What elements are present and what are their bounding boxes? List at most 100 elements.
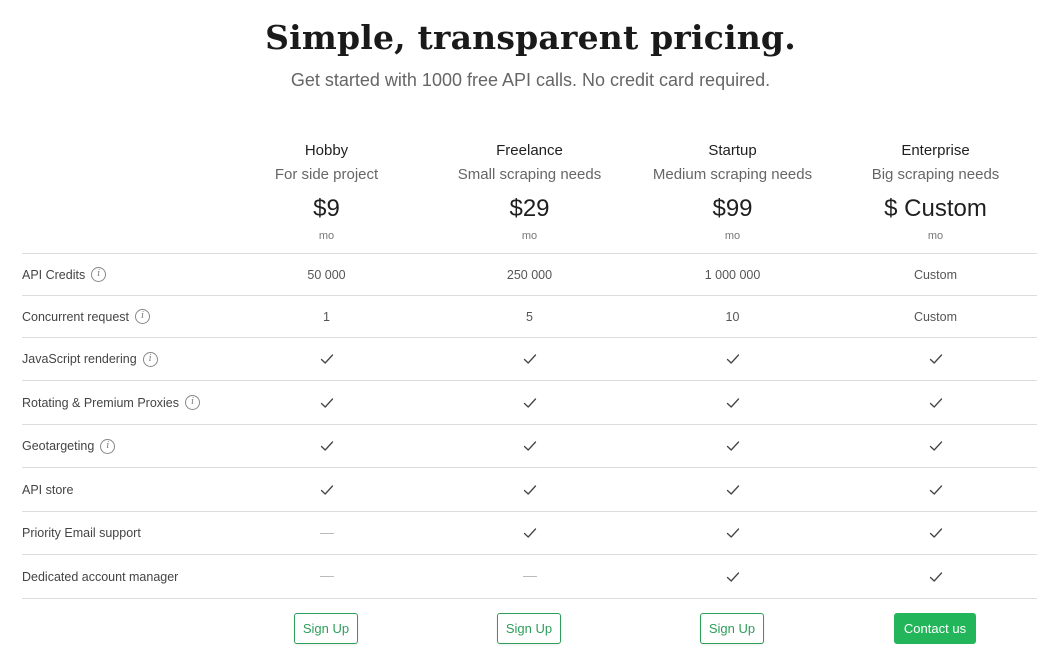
feature-cell-startup [631,555,834,598]
feature-cell-freelance [428,555,631,598]
feature-cell-enterprise [834,468,1037,511]
plan-headers: Hobby For side project $9 mo Freelance S… [0,140,1061,250]
feature-label-text: API Credits [22,267,86,282]
dash-icon [319,532,334,534]
check-icon [320,484,333,495]
plan-price: $9 [313,195,340,222]
check-icon [523,354,536,364]
feature-cell-hobby [225,555,428,598]
feature-cell-enterprise [834,555,1037,598]
check-icon [726,571,739,582]
feature-value: 1 [323,309,330,324]
check-icon [929,528,942,538]
feature-cell-startup: 1 000 000 [631,254,834,295]
info-icon[interactable]: i [142,351,158,367]
check-icon [523,484,536,495]
plan-description: Medium scraping needs [652,166,813,183]
check-icon [726,397,739,408]
feature-cell-hobby [225,425,428,467]
check-icon [929,484,942,495]
feature-label: JavaScript rendering i [22,338,158,380]
feature-label-text: API store [22,482,74,497]
check-icon [929,571,942,582]
plan-freelance: Freelance Small scraping needs $29 mo [428,140,631,246]
feature-cell-startup [631,425,834,467]
feature-cell-freelance [428,468,631,511]
plan-description: For side project [274,166,379,183]
feature-label: Dedicated account manager [22,555,178,598]
dash-icon [319,576,334,577]
feature-label-text: Priority Email support [22,526,141,540]
feature-row: Priority Email support [22,512,1037,555]
plan-period: mo [927,230,944,242]
feature-label: API Credits i [22,254,107,295]
feature-cell-enterprise: Custom [834,254,1037,295]
feature-label-text: Concurrent request [22,309,130,324]
plan-period: mo [318,230,335,242]
feature-cell-enterprise [834,381,1037,424]
feature-cell-startup [631,338,834,380]
feature-row: JavaScript rendering i [22,338,1037,381]
feature-label-text: Rotating & Premium Proxies [22,395,180,410]
feature-value: Custom [913,267,958,282]
feature-value: 10 [725,309,740,324]
check-icon [320,354,333,364]
plan-description: Big scraping needs [871,166,1000,183]
feature-cell-enterprise [834,425,1037,467]
plan-enterprise: Enterprise Big scraping needs $ Custom m… [834,140,1037,246]
feature-label: Rotating & Premium Proxies i [22,381,201,424]
sign-up-button-startup[interactable]: Sign Up [700,613,764,644]
check-icon [726,528,739,538]
feature-label: Priority Email support [22,512,141,554]
feature-cell-startup: 10 [631,296,834,337]
feature-value: Custom [913,309,958,324]
plan-hobby: Hobby For side project $9 mo [225,140,428,246]
feature-cell-enterprise [834,512,1037,554]
info-icon[interactable]: i [185,395,201,410]
info-icon[interactable]: i [135,309,151,324]
feature-label-text: Dedicated account manager [22,569,179,584]
feature-value: 50 000 [307,267,346,282]
feature-row: Dedicated account manager [22,555,1037,599]
feature-cell-freelance: 5 [428,296,631,337]
feature-cell-enterprise: Custom [834,296,1037,337]
check-icon [523,397,536,408]
plan-description: Small scraping needs [457,166,602,183]
feature-row: Concurrent request i 1 5 10 Custom [22,296,1037,338]
check-icon [929,441,942,451]
feature-cell-freelance [428,338,631,380]
feature-cell-startup [631,512,834,554]
feature-cell-enterprise [834,338,1037,380]
plan-startup: Startup Medium scraping needs $99 mo [631,140,834,246]
feature-row: API store [22,468,1037,512]
page-title: Simple, transparent pricing. [265,18,796,57]
sign-up-button-freelance[interactable]: Sign Up [497,613,561,644]
plan-price: $99 [712,195,753,222]
feature-label-text: Geotargeting [22,439,95,453]
page-subtitle: Get started with 1000 free API calls. No… [290,70,771,90]
check-icon [929,354,942,364]
feature-value: 250 000 [506,267,553,282]
feature-cell-hobby [225,512,428,554]
check-icon [320,441,333,451]
contact-us-button[interactable]: Contact us [894,613,976,644]
plan-period: mo [521,230,538,242]
sign-up-button-hobby[interactable]: Sign Up [294,613,358,644]
check-icon [726,441,739,451]
feature-cell-freelance: 250 000 [428,254,631,295]
check-icon [726,484,739,495]
plan-name: Startup [708,142,757,159]
feature-row: Geotargeting i [22,425,1037,468]
feature-cell-hobby: 1 [225,296,428,337]
check-icon [726,354,739,364]
cta-row: Sign Up Sign Up Sign Up Contact us [0,613,1061,645]
feature-cell-hobby: 50 000 [225,254,428,295]
plan-price: $29 [509,195,550,222]
check-icon [523,441,536,451]
feature-cell-startup [631,381,834,424]
plan-name: Hobby [304,142,349,159]
plan-period: mo [724,230,741,242]
info-icon[interactable]: i [91,267,107,282]
info-icon[interactable]: i [100,438,116,454]
feature-cell-freelance [428,381,631,424]
